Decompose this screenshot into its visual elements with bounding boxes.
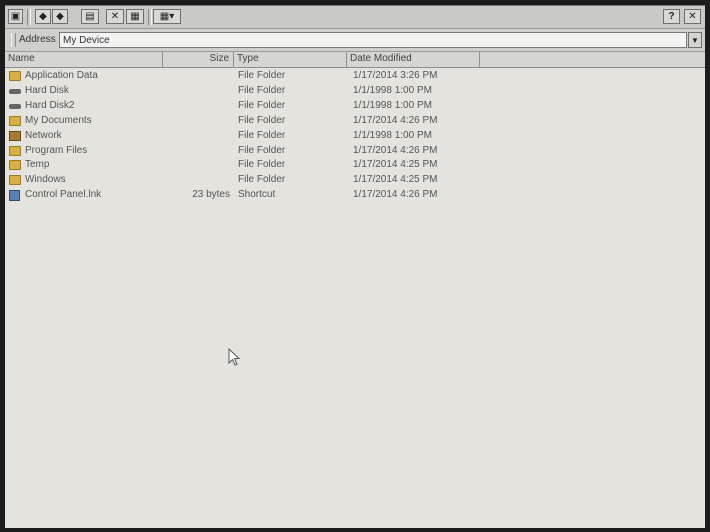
properties-icon[interactable]: ▦: [126, 9, 144, 24]
menu-icon[interactable]: ▣: [8, 9, 23, 24]
file-date-modified: 1/17/2014 4:25 PM: [353, 159, 438, 171]
toolbar-separator: [148, 9, 152, 25]
forward-arrow-icon[interactable]: ◆: [52, 9, 68, 24]
file-type: File Folder: [238, 129, 286, 141]
file-date-modified: 1/17/2014 3:26 PM: [353, 70, 438, 81]
file-row[interactable]: Temp File Folder 1/17/2014 4:25 PM: [5, 158, 705, 173]
folder-icon: [9, 71, 21, 81]
folder-icon: [9, 175, 21, 186]
file-type: File Folder: [238, 159, 286, 171]
file-row[interactable]: My Documents File Folder 1/17/2014 4:26 PM: [5, 114, 705, 129]
file-name: Network: [25, 129, 62, 141]
toolbar-separator: [27, 9, 31, 25]
column-header-name[interactable]: Name: [5, 52, 163, 67]
address-bar-grip[interactable]: [11, 33, 16, 47]
file-type: File Folder: [238, 70, 286, 81]
shortcut-icon: [9, 190, 20, 202]
delete-icon[interactable]: ✕: [106, 9, 124, 24]
address-bar: Address My Device ▼: [5, 29, 705, 52]
file-date-modified: 1/1/1998 1:00 PM: [353, 99, 432, 111]
list-header: Name Size Type Date Modified: [5, 52, 705, 68]
file-size: 23 bytes: [192, 189, 230, 201]
network-icon: [9, 130, 21, 141]
folder-icon: [9, 145, 21, 156]
hard-disk-icon: [9, 88, 21, 94]
chevron-down-icon[interactable]: ▼: [688, 32, 702, 48]
file-date-modified: 1/1/1998 1:00 PM: [353, 84, 432, 96]
file-name: Program Files: [25, 144, 88, 156]
file-row[interactable]: Hard Disk2 File Folder 1/1/1998 1:00 PM: [5, 99, 705, 114]
file-name: Windows: [25, 174, 66, 186]
file-date-modified: 1/17/2014 4:26 PM: [353, 144, 438, 156]
close-icon[interactable]: ✕: [684, 9, 701, 24]
file-row[interactable]: Network File Folder 1/1/1998 1:00 PM: [5, 129, 705, 144]
file-type: File Folder: [238, 174, 286, 186]
file-date-modified: 1/17/2014 4:26 PM: [353, 189, 438, 201]
file-name: Temp: [25, 159, 50, 171]
file-type: File Folder: [238, 144, 286, 156]
file-row[interactable]: Hard Disk File Folder 1/1/1998 1:00 PM: [5, 84, 705, 99]
file-row[interactable]: Program Files File Folder 1/17/2014 4:26 P…: [5, 144, 705, 159]
hard-disk-icon: [9, 103, 21, 109]
back-arrow-icon[interactable]: ◆: [35, 9, 51, 24]
mouse-pointer-icon: [228, 348, 241, 366]
address-input[interactable]: My Device: [59, 32, 687, 48]
column-header-type[interactable]: Type: [234, 52, 347, 67]
file-type: File Folder: [238, 114, 286, 126]
column-header-date[interactable]: Date Modified: [347, 52, 480, 67]
file-explorer-window: ▣ ◆ ◆ ▤ ✕ ▦ ▦▾ ? ✕ Address My Device ▼ N…: [5, 5, 705, 528]
up-folder-icon[interactable]: ▤: [81, 9, 99, 24]
file-date-modified: 1/17/2014 4:26 PM: [353, 114, 438, 126]
file-name: Hard Disk2: [25, 99, 75, 111]
file-row[interactable]: Windows File Folder 1/17/2014 4:25 PM: [5, 173, 705, 188]
folder-icon: [9, 160, 21, 171]
toolbar: ▣ ◆ ◆ ▤ ✕ ▦ ▦▾ ? ✕: [5, 6, 705, 29]
file-row[interactable]: Control Panel.lnk 23 bytes Shortcut 1/17/20…: [5, 188, 705, 203]
file-name: Hard Disk: [25, 84, 69, 96]
file-type: File Folder: [238, 99, 286, 111]
file-name: Control Panel.lnk: [25, 189, 102, 201]
file-row[interactable]: Application Data File Folder 1/17/2014 3:2…: [5, 69, 705, 84]
file-date-modified: 1/1/1998 1:00 PM: [353, 129, 432, 141]
address-label: Address: [19, 34, 56, 45]
help-button[interactable]: ?: [663, 9, 680, 24]
file-type: File Folder: [238, 84, 286, 96]
views-icon[interactable]: ▦▾: [153, 9, 181, 24]
file-name: Application Data: [25, 70, 98, 81]
folder-icon: [9, 115, 21, 126]
file-type: Shortcut: [238, 189, 276, 201]
file-date-modified: 1/17/2014 4:25 PM: [353, 174, 438, 186]
file-name: My Documents: [25, 114, 92, 126]
column-header-size[interactable]: Size: [163, 52, 234, 67]
